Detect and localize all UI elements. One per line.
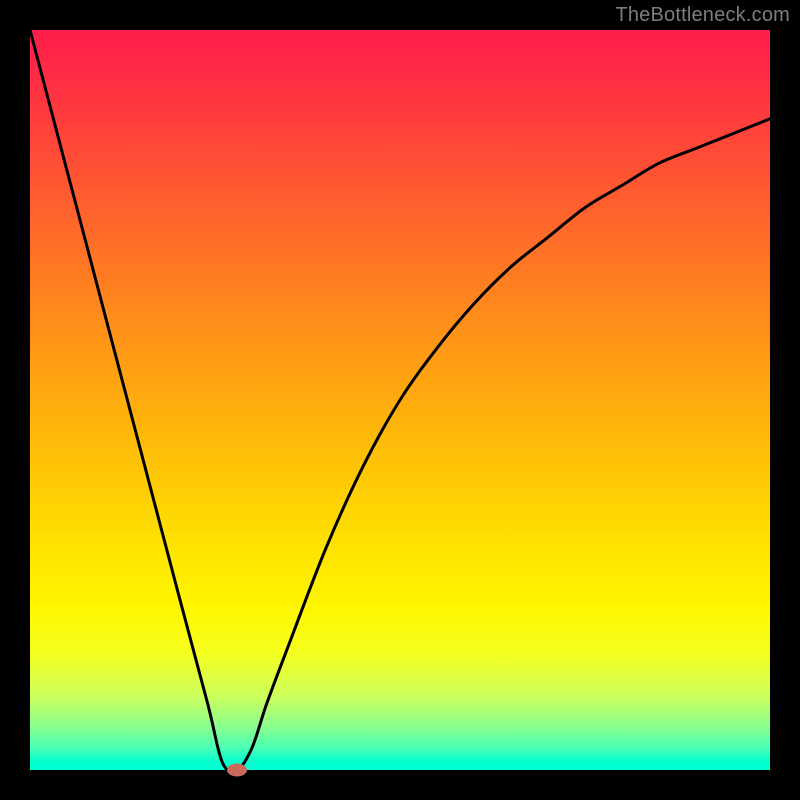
bottleneck-curve: [30, 30, 770, 770]
watermark-text: TheBottleneck.com: [615, 4, 790, 27]
plot-area: [30, 30, 770, 770]
optimum-marker: [227, 764, 247, 777]
chart-frame: TheBottleneck.com: [0, 0, 800, 800]
